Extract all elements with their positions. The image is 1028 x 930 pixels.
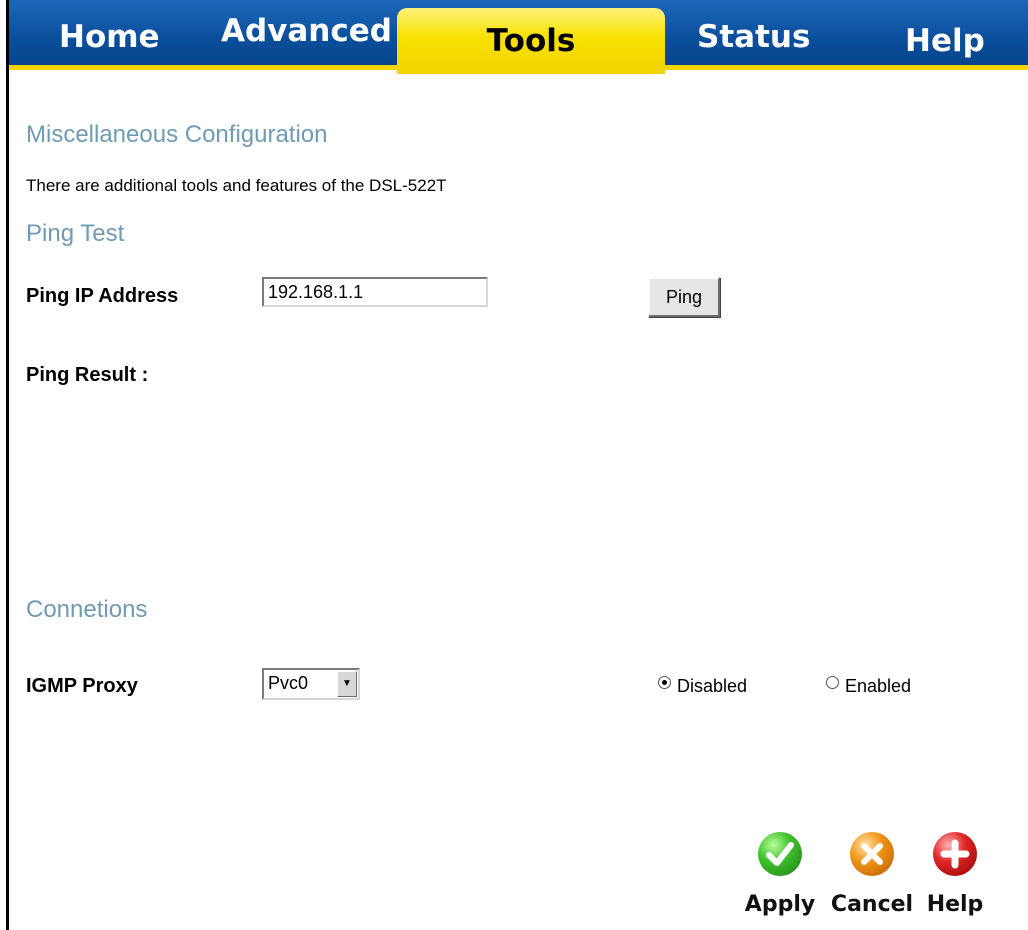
tab-help[interactable]: Help: [905, 12, 985, 70]
x-icon[interactable]: [850, 832, 894, 876]
ping-ip-input[interactable]: 192.168.1.1: [262, 277, 488, 307]
help-button[interactable]: Help: [926, 832, 984, 917]
radio-disabled-label: Disabled: [677, 676, 748, 696]
tab-home[interactable]: Home: [59, 8, 160, 66]
radio-checked-icon[interactable]: [658, 676, 671, 689]
tab-advanced[interactable]: Advanced: [221, 2, 392, 60]
plus-icon[interactable]: [933, 832, 977, 876]
connections-title: Connetions: [26, 596, 148, 623]
check-icon[interactable]: [758, 832, 802, 876]
apply-button[interactable]: Apply: [742, 832, 818, 917]
tab-tools[interactable]: Tools: [397, 8, 665, 74]
ping-result-label: Ping Result :: [26, 364, 149, 386]
misc-config-title: Miscellaneous Configuration: [26, 121, 328, 148]
apply-label: Apply: [744, 892, 816, 917]
chevron-down-icon[interactable]: ▼: [337, 671, 357, 697]
ping-test-title: Ping Test: [26, 220, 125, 247]
tab-bar: Home Advanced Tools Status Help: [6, 0, 1028, 74]
help-label: Help: [926, 892, 984, 917]
cancel-label: Cancel: [830, 892, 914, 917]
pvc-select[interactable]: Pvc0 ▼: [262, 668, 360, 700]
radio-disabled[interactable]: Disabled: [658, 676, 747, 700]
left-border: [6, 70, 9, 930]
ping-ip-label: Ping IP Address: [26, 285, 179, 307]
radio-enabled-label: Enabled: [845, 676, 912, 696]
radio-enabled[interactable]: Enabled: [826, 676, 911, 700]
misc-config-description: There are additional tools and features …: [26, 176, 447, 195]
ping-button[interactable]: Ping: [648, 277, 720, 317]
igmp-proxy-label: IGMP Proxy: [26, 675, 138, 697]
cancel-button[interactable]: Cancel: [829, 832, 915, 917]
radio-unchecked-icon[interactable]: [826, 676, 839, 689]
tab-status[interactable]: Status: [697, 8, 810, 66]
pvc-select-value: Pvc0: [268, 673, 309, 693]
